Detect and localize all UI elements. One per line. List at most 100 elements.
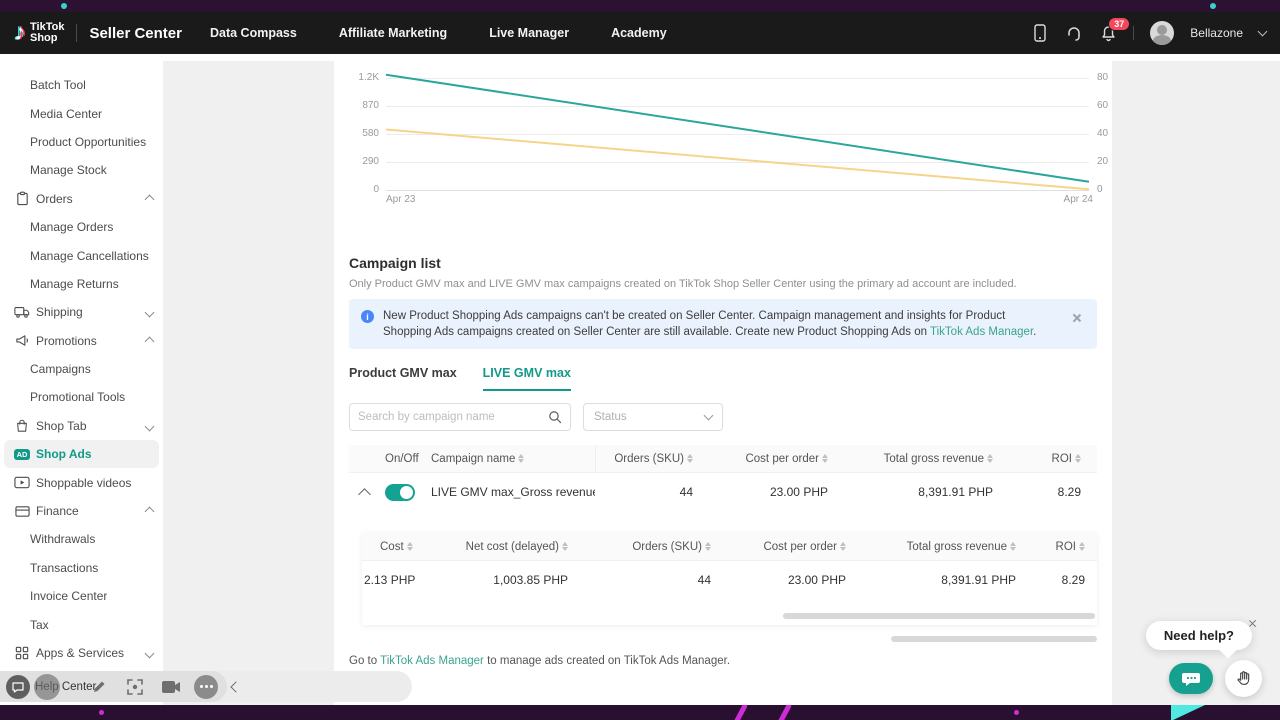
- subtable-row: 2.13 PHP 1,003.85 PHP 44 23.00 PHP 8,391…: [362, 561, 1097, 599]
- sidebar-item-shoppable-videos[interactable]: Shoppable videos: [0, 468, 163, 496]
- banner-ads-manager-link[interactable]: TikTok Ads Manager: [930, 326, 1033, 338]
- sidebar-item-product-opportunities[interactable]: Product Opportunities: [0, 128, 163, 156]
- col-cost-per-order[interactable]: Cost per order: [707, 453, 842, 465]
- nav-item-academy[interactable]: Academy: [611, 26, 667, 40]
- avatar[interactable]: [1150, 21, 1174, 45]
- sort-icon[interactable]: [822, 454, 828, 463]
- screen: ♪ TikTok Shop Seller Center Data Compass…: [0, 0, 1280, 720]
- video-top-strip: [0, 0, 1280, 12]
- campaign-search[interactable]: [349, 403, 571, 431]
- sort-icon[interactable]: [562, 542, 568, 551]
- live-chat-button[interactable]: [1169, 663, 1213, 694]
- brand-text: TikTok Shop: [30, 22, 64, 44]
- sidebar-item-manage-cancellations[interactable]: Manage Cancellations: [0, 241, 163, 269]
- sidebar-item-shipping[interactable]: Shipping: [0, 298, 163, 326]
- subtable-horizontal-scrollbar[interactable]: [783, 613, 1095, 619]
- video-camera-icon[interactable]: [158, 674, 184, 700]
- col-total-gross-revenue[interactable]: Total gross revenue: [860, 541, 1030, 553]
- sort-icon[interactable]: [705, 542, 711, 551]
- status-dropdown[interactable]: Status: [583, 403, 723, 431]
- sidebar-item-shop-tab[interactable]: Shop Tab: [0, 412, 163, 440]
- sidebar-item-apps-services[interactable]: Apps & Services: [0, 639, 163, 667]
- chevron-up-icon[interactable]: [146, 192, 153, 206]
- help-center-chat-icon[interactable]: [6, 675, 30, 699]
- sort-icon[interactable]: [687, 454, 693, 463]
- footer-ads-manager-link[interactable]: TikTok Ads Manager: [380, 655, 484, 667]
- sidebar-item-shop-ads[interactable]: ADShop Ads: [4, 440, 159, 468]
- col-campaign-name[interactable]: Campaign name: [431, 445, 596, 472]
- spacer: [362, 599, 1097, 613]
- mobile-app-icon[interactable]: [1031, 24, 1049, 42]
- collapse-toolbar-icon[interactable]: [232, 678, 240, 696]
- sidebar-item-promotions[interactable]: Promotions: [0, 327, 163, 355]
- col-net-cost-delayed[interactable]: Net cost (delayed): [440, 541, 582, 553]
- decoration-slash: [777, 705, 792, 720]
- campaign-name[interactable]: LIVE GMV max_Gross revenue_...: [431, 473, 596, 511]
- sidebar-item-promotional-tools[interactable]: Promotional Tools: [0, 383, 163, 411]
- x-tick: Apr 24: [1049, 194, 1093, 205]
- more-options-icon[interactable]: [194, 675, 218, 699]
- campaign-row: LIVE GMV max_Gross revenue_... 44 23.00 …: [349, 473, 1097, 511]
- sidebar-item-manage-returns[interactable]: Manage Returns: [0, 270, 163, 298]
- tooltip-close-icon[interactable]: [1246, 617, 1260, 631]
- sidebar-item-batch-tool[interactable]: Batch Tool: [0, 71, 163, 99]
- banner-close-icon[interactable]: [1069, 310, 1085, 326]
- sidebar-item-manage-stock[interactable]: Manage Stock: [0, 156, 163, 184]
- ad-badge: AD: [14, 449, 31, 461]
- pen-icon[interactable]: [86, 674, 112, 700]
- chevron-down-icon[interactable]: [1258, 27, 1268, 37]
- collapse-caret-icon[interactable]: [358, 488, 371, 501]
- nav-item-data-compass[interactable]: Data Compass: [210, 26, 297, 40]
- sidebar-item-tax[interactable]: Tax: [0, 610, 163, 638]
- search-icon[interactable]: [548, 410, 562, 424]
- sidebar-item-finance[interactable]: Finance: [0, 497, 163, 525]
- info-banner: i New Product Shopping Ads campaigns can…: [349, 299, 1097, 349]
- sort-icon[interactable]: [987, 454, 993, 463]
- chevron-up-icon[interactable]: [146, 504, 153, 518]
- decoration-dot-left: [61, 3, 67, 9]
- performance-chart: 1.2K 870 580 290 0 80 60 40 20 0 Apr: [349, 54, 1097, 206]
- sidebar-item-label: Promotional Tools: [30, 390, 125, 404]
- sidebar-item-transactions[interactable]: Transactions: [0, 554, 163, 582]
- tiktok-shop-logo[interactable]: ♪ TikTok Shop: [14, 21, 64, 45]
- sort-icon[interactable]: [840, 542, 846, 551]
- nav-item-live-manager[interactable]: Live Manager: [489, 26, 569, 40]
- col-cost-per-order[interactable]: Cost per order: [725, 541, 860, 553]
- chevron-down-icon[interactable]: [146, 305, 153, 319]
- col-total-gross-revenue[interactable]: Total gross revenue: [842, 453, 1007, 465]
- page-title: Seller Center: [89, 25, 182, 42]
- tab-live-gmv-max[interactable]: LIVE GMV max: [483, 366, 571, 391]
- sidebar-item-manage-orders[interactable]: Manage Orders: [0, 213, 163, 241]
- col-roi[interactable]: ROI: [1030, 541, 1097, 553]
- col-roi[interactable]: ROI: [1007, 453, 1097, 465]
- col-orders-sku[interactable]: Orders (SKU): [582, 541, 725, 553]
- notifications-bell-icon[interactable]: 37: [1099, 24, 1117, 42]
- sort-icon[interactable]: [518, 454, 524, 463]
- sort-icon[interactable]: [1079, 542, 1085, 551]
- raise-hand-button[interactable]: [1225, 660, 1262, 697]
- campaign-toggle[interactable]: [385, 484, 415, 501]
- sidebar-item-campaigns[interactable]: Campaigns: [0, 355, 163, 383]
- table-horizontal-scrollbar[interactable]: [891, 636, 1097, 642]
- ad-badge-icon: AD: [14, 446, 30, 462]
- support-headset-icon[interactable]: [1065, 24, 1083, 42]
- chevron-up-icon[interactable]: [146, 334, 153, 348]
- sort-icon[interactable]: [407, 542, 413, 551]
- sidebar-item-withdrawals[interactable]: Withdrawals: [0, 525, 163, 553]
- sidebar-item-orders[interactable]: Orders: [0, 185, 163, 213]
- col-orders-sku[interactable]: Orders (SKU): [596, 453, 707, 465]
- sidebar-item-invoice-center[interactable]: Invoice Center: [0, 582, 163, 610]
- sort-icon[interactable]: [1010, 542, 1016, 551]
- nav-item-affiliate-marketing[interactable]: Affiliate Marketing: [339, 26, 447, 40]
- cell-cost-per-order: 23.00 PHP: [725, 573, 860, 587]
- sort-icon[interactable]: [1075, 454, 1081, 463]
- y-tick-right: 40: [1097, 128, 1112, 139]
- recorder-drag-handle[interactable]: [34, 674, 60, 700]
- tab-product-gmv-max[interactable]: Product GMV max: [349, 366, 457, 391]
- col-cost[interactable]: Cost: [362, 541, 440, 553]
- sidebar-item-media-center[interactable]: Media Center: [0, 99, 163, 127]
- chevron-down-icon[interactable]: [146, 419, 153, 433]
- screenshot-frame-icon[interactable]: [122, 674, 148, 700]
- chevron-down-icon[interactable]: [146, 646, 153, 660]
- search-input[interactable]: [358, 411, 548, 423]
